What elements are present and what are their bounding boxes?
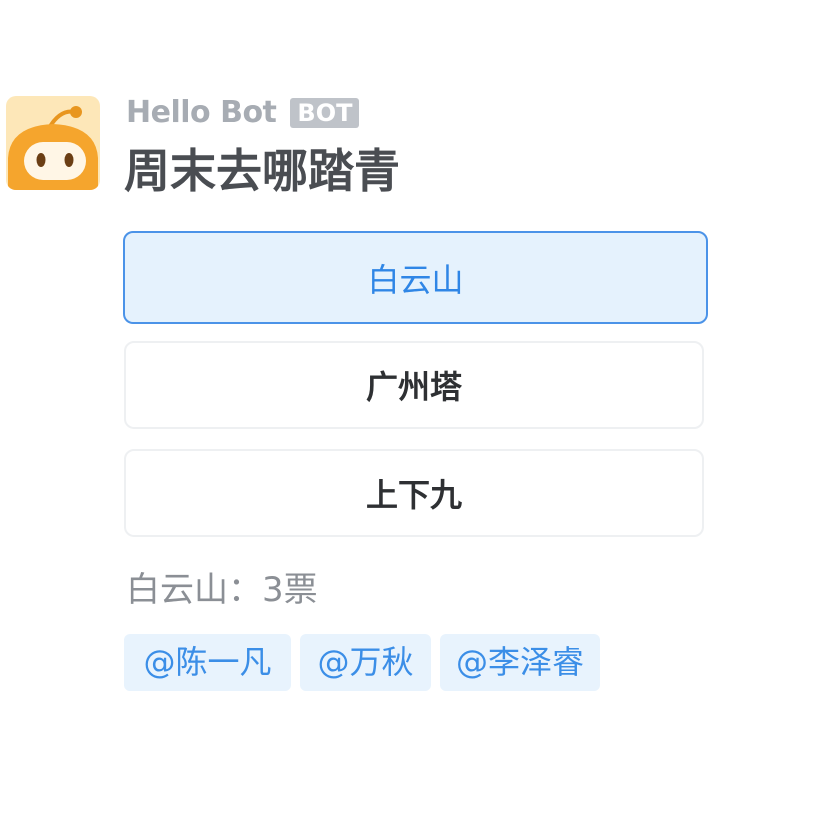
bot-message: Hello Bot BOT 周末去哪踏青 白云山 广州塔 上下九 白云山：3票 …	[0, 0, 840, 840]
bot-badge: BOT	[290, 98, 360, 128]
poll-option-label: 广州塔	[365, 368, 462, 406]
poll-option-label: 上下九	[365, 476, 462, 514]
voter-list: @陈一凡 @万秋 @李泽睿	[124, 634, 600, 691]
voter-mention[interactable]: @李泽睿	[440, 634, 600, 691]
bot-name[interactable]: Hello Bot	[126, 96, 277, 130]
bot-avatar[interactable]	[6, 96, 100, 190]
bot-face-icon	[6, 96, 100, 190]
poll-option-baiyunshan[interactable]: 白云山	[123, 231, 708, 324]
poll-option-label: 白云山	[367, 260, 464, 299]
poll-option-canton-tower[interactable]: 广州塔	[124, 341, 704, 429]
poll-title: 周末去哪踏青	[124, 144, 400, 198]
voter-mention[interactable]: @陈一凡	[124, 634, 291, 691]
poll-option-shangxiajiu[interactable]: 上下九	[124, 449, 704, 537]
voter-mention[interactable]: @万秋	[300, 634, 431, 691]
message-header: Hello Bot BOT	[126, 96, 360, 130]
vote-result: 白云山：3票	[126, 570, 318, 610]
